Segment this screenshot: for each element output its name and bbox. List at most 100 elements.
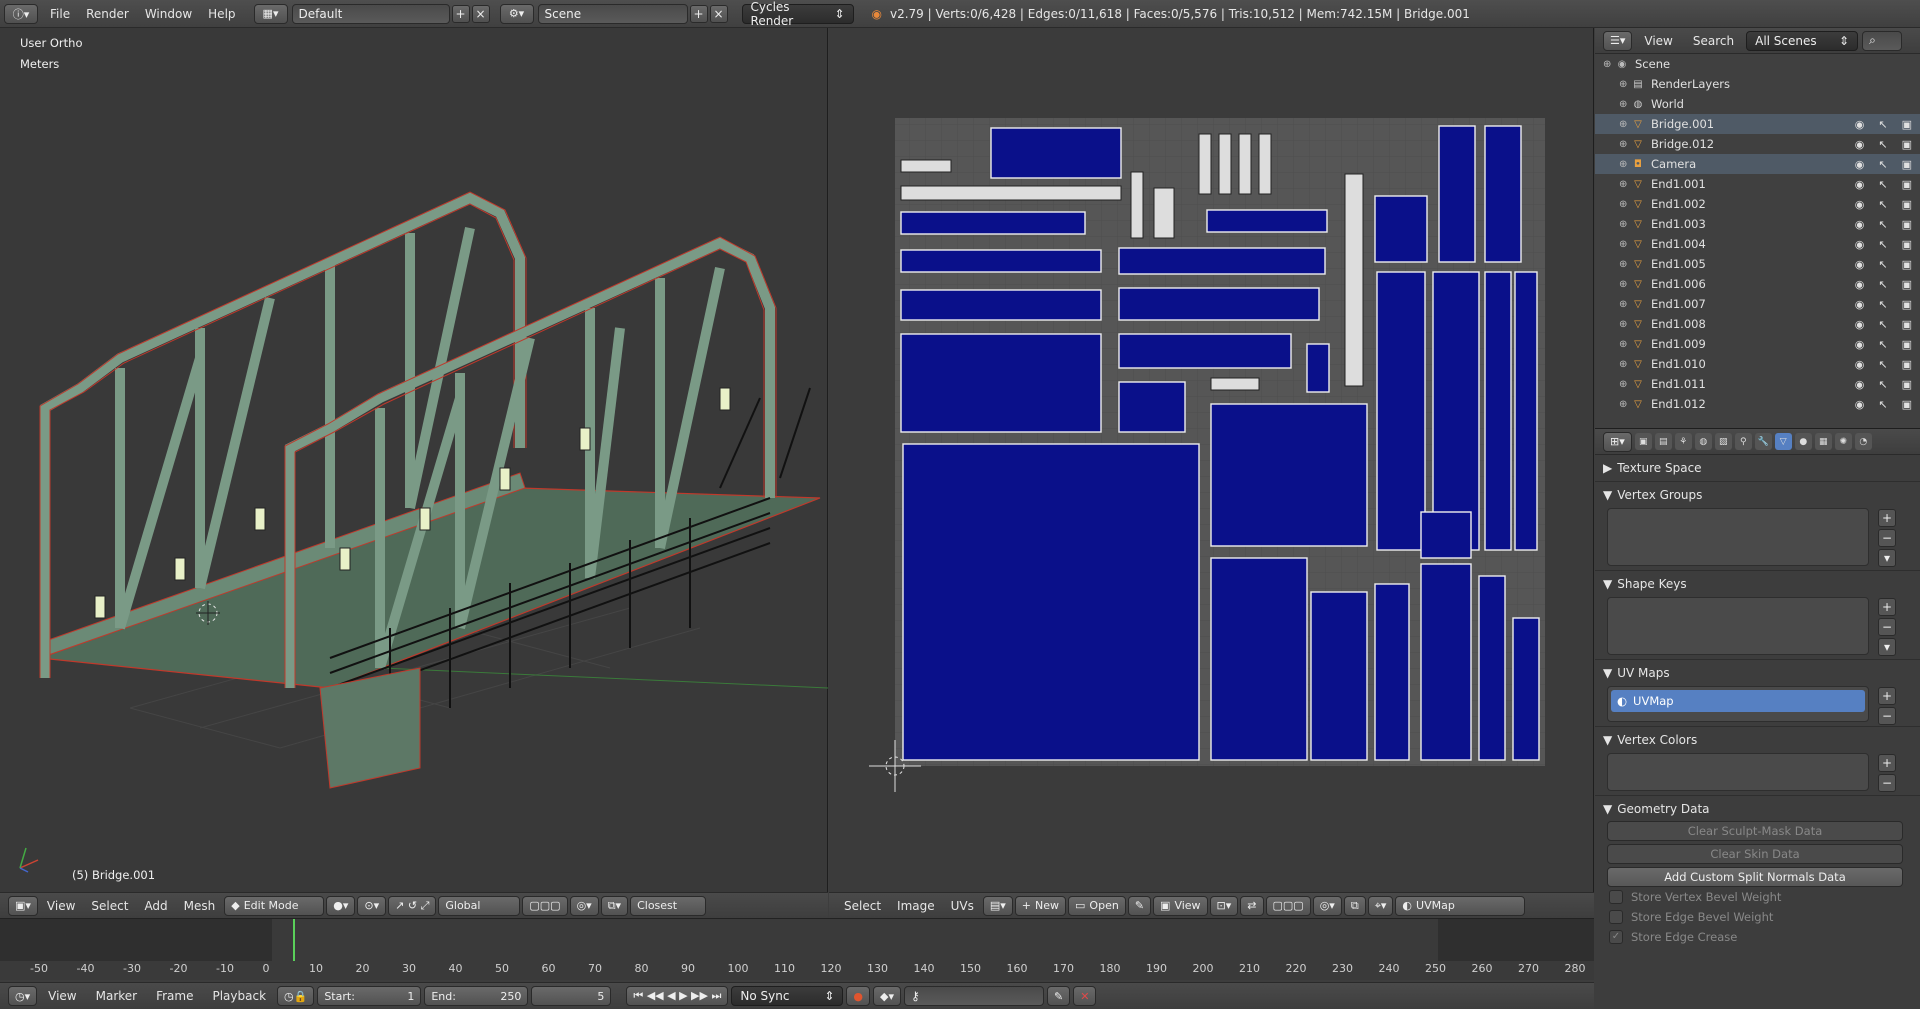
outliner-row[interactable]: ⊕ ▤ RenderLayers xyxy=(1595,74,1920,94)
menu-frame[interactable]: Frame xyxy=(148,989,201,1003)
outliner-row[interactable]: ⊕ ▽ Bridge.012 ◉ ↖ ▣ xyxy=(1595,134,1920,154)
shape-keys-list[interactable]: + − ▾ xyxy=(1607,597,1896,656)
menu-playback[interactable]: Playback xyxy=(204,989,274,1003)
remove-uvmap-button[interactable]: − xyxy=(1878,707,1896,725)
expand-icon[interactable]: ⊕ xyxy=(1619,219,1631,230)
vertex-groups-panel[interactable]: ▼ Vertex Groups + − ▾ xyxy=(1595,482,1920,571)
vertex-groups-list[interactable]: + − ▾ xyxy=(1607,508,1896,567)
render-camera-icon[interactable]: ▣ xyxy=(1902,278,1912,291)
end-frame-field[interactable]: End: 250 xyxy=(424,986,529,1006)
uv-maps-list[interactable]: ◐ UVMap + − xyxy=(1607,686,1896,725)
current-frame-field[interactable]: 5 xyxy=(531,986,612,1006)
expand-icon[interactable]: ⊕ xyxy=(1619,79,1631,90)
cursor-select-icon[interactable]: ↖ xyxy=(1878,218,1887,231)
mode-dropdown[interactable]: ◆ Edit Mode xyxy=(224,895,325,916)
image-browse-dropdown[interactable]: ▤▾ xyxy=(982,895,1013,916)
uv-maps-panel[interactable]: ▼ UV Maps ◐ UVMap + − xyxy=(1595,660,1920,727)
data-tab-icon[interactable]: ▽ xyxy=(1774,433,1792,450)
eye-icon[interactable]: ◉ xyxy=(1855,218,1865,231)
eye-icon[interactable]: ◉ xyxy=(1855,318,1865,331)
menu-select-3d[interactable]: Select xyxy=(84,899,135,913)
eye-icon[interactable]: ◉ xyxy=(1855,258,1865,271)
menu-add-3d[interactable]: Add xyxy=(137,899,174,913)
outliner-row[interactable]: ⊕ ▽ End1.009 ◉ ↖ ▣ xyxy=(1595,334,1920,354)
texture-tab-icon[interactable]: ▦ xyxy=(1814,433,1832,450)
render-camera-icon[interactable]: ▣ xyxy=(1902,138,1912,151)
render-camera-icon[interactable]: ▣ xyxy=(1902,238,1912,251)
menu-image-uv[interactable]: Image xyxy=(890,899,942,913)
add-vertex-color-button[interactable]: + xyxy=(1878,754,1896,772)
expand-icon[interactable]: ⊕ xyxy=(1619,319,1631,330)
render-camera-icon[interactable]: ▣ xyxy=(1902,258,1912,271)
new-image-button[interactable]: + New xyxy=(1014,895,1067,916)
outliner-row[interactable]: ⊕ ◍ World xyxy=(1595,94,1920,114)
object-tab-icon[interactable]: ▧ xyxy=(1714,433,1732,450)
expand-icon[interactable]: ⊕ xyxy=(1619,239,1631,250)
shape-key-specials-button[interactable]: ▾ xyxy=(1878,638,1896,656)
menu-file[interactable]: File xyxy=(42,4,78,24)
render-camera-icon[interactable]: ▣ xyxy=(1902,338,1912,351)
texture-space-panel[interactable]: ▶ Texture Space xyxy=(1595,455,1920,482)
pivot-uv-dropdown[interactable]: ⊡▾ xyxy=(1209,895,1239,916)
cursor-select-icon[interactable]: ↖ xyxy=(1878,258,1887,271)
cursor-select-icon[interactable]: ↖ xyxy=(1878,158,1887,171)
expand-icon[interactable]: ⊕ xyxy=(1619,399,1631,410)
snap-toggle-icon[interactable]: ⧉▾ xyxy=(600,895,629,916)
store-edge-crease-checkbox[interactable]: ✓ Store Edge Crease xyxy=(1609,927,1912,947)
outliner-search-field[interactable]: ⌕ xyxy=(1862,30,1903,51)
physics-tab-icon[interactable]: ◔ xyxy=(1854,433,1872,450)
orientation-dropdown[interactable]: Global xyxy=(438,895,521,916)
modifiers-tab-icon[interactable]: 🔧 xyxy=(1754,433,1772,450)
outliner-row[interactable]: ⊕ ◘ Camera ◉ ↖ ▣ xyxy=(1595,154,1920,174)
remove-vertex-group-button[interactable]: − xyxy=(1878,529,1896,547)
cursor-select-icon[interactable]: ↖ xyxy=(1878,338,1887,351)
active-uvmap-field[interactable]: ◐ UVMap xyxy=(1395,895,1526,916)
add-shape-key-button[interactable]: + xyxy=(1878,598,1896,616)
add-custom-split-normals-button[interactable]: Add Custom Split Normals Data xyxy=(1607,867,1903,887)
3d-viewport[interactable]: User Ortho Meters (5) Bridge.001 xyxy=(0,28,828,892)
outliner-row[interactable]: ⊕ ▽ Bridge.001 ◉ ↖ ▣ xyxy=(1595,114,1920,134)
sync-dropdown[interactable]: No Sync ⇕ xyxy=(731,986,844,1006)
shape-keys-panel[interactable]: ▼ Shape Keys + − ▾ xyxy=(1595,571,1920,660)
view-mode-dropdown[interactable]: ▣ View xyxy=(1153,895,1208,916)
cursor-select-icon[interactable]: ↖ xyxy=(1878,138,1887,151)
menu-view-3d[interactable]: View xyxy=(40,899,82,913)
visibility-controls[interactable]: ◉ ↖ ▣ xyxy=(1855,398,1912,411)
cursor-select-icon[interactable]: ↖ xyxy=(1878,358,1887,371)
menu-select-uv[interactable]: Select xyxy=(837,899,888,913)
vertex-group-specials-button[interactable]: ▾ xyxy=(1878,549,1896,567)
eye-icon[interactable]: ◉ xyxy=(1855,118,1865,131)
render-camera-icon[interactable]: ▣ xyxy=(1902,178,1912,191)
eye-icon[interactable]: ◉ xyxy=(1855,198,1865,211)
eye-icon[interactable]: ◉ xyxy=(1855,398,1865,411)
editor-type-properties-button[interactable]: ⊞▾ xyxy=(1603,431,1632,452)
render-camera-icon[interactable]: ▣ xyxy=(1902,398,1912,411)
visibility-controls[interactable]: ◉ ↖ ▣ xyxy=(1855,338,1912,351)
outliner-row[interactable]: ⊕ ▽ End1.007 ◉ ↖ ▣ xyxy=(1595,294,1920,314)
proportional-uv-dropdown[interactable]: ◎▾ xyxy=(1312,895,1342,916)
world-tab-icon[interactable]: ◍ xyxy=(1694,433,1712,450)
cursor-select-icon[interactable]: ↖ xyxy=(1878,118,1887,131)
scene-field[interactable]: Scene xyxy=(537,3,688,24)
geometry-data-panel[interactable]: ▼ Geometry Data Clear Sculpt-Mask Data Cl… xyxy=(1595,796,1920,951)
render-tab-icon[interactable]: ▣ xyxy=(1634,433,1652,450)
menu-view-timeline[interactable]: View xyxy=(40,989,84,1003)
uv-layout-canvas[interactable] xyxy=(829,28,1594,892)
cursor-select-icon[interactable]: ↖ xyxy=(1878,178,1887,191)
proportional-edit-dropdown[interactable]: ◎▾ xyxy=(569,895,599,916)
visibility-controls[interactable]: ◉ ↖ ▣ xyxy=(1855,358,1912,371)
cursor-select-icon[interactable]: ↖ xyxy=(1878,298,1887,311)
uvmap-list-item[interactable]: ◐ UVMap xyxy=(1611,690,1865,712)
snap-target-dropdown[interactable]: Closest xyxy=(630,895,707,916)
render-camera-icon[interactable]: ▣ xyxy=(1902,378,1912,391)
visibility-controls[interactable]: ◉ ↖ ▣ xyxy=(1855,198,1912,211)
outliner-row[interactable]: ⊕ ▽ End1.005 ◉ ↖ ▣ xyxy=(1595,254,1920,274)
menu-mesh-3d[interactable]: Mesh xyxy=(177,899,223,913)
manipulator-icons[interactable]: ↗ ↺ ⤢ xyxy=(388,895,437,916)
expand-icon[interactable]: ⊕ xyxy=(1603,59,1615,70)
cursor-select-icon[interactable]: ↖ xyxy=(1878,398,1887,411)
expand-icon[interactable]: ⊕ xyxy=(1619,179,1631,190)
viewport-shading-dropdown[interactable]: ●▾ xyxy=(326,895,356,916)
cursor-select-icon[interactable]: ↖ xyxy=(1878,378,1887,391)
eye-icon[interactable]: ◉ xyxy=(1855,238,1865,251)
